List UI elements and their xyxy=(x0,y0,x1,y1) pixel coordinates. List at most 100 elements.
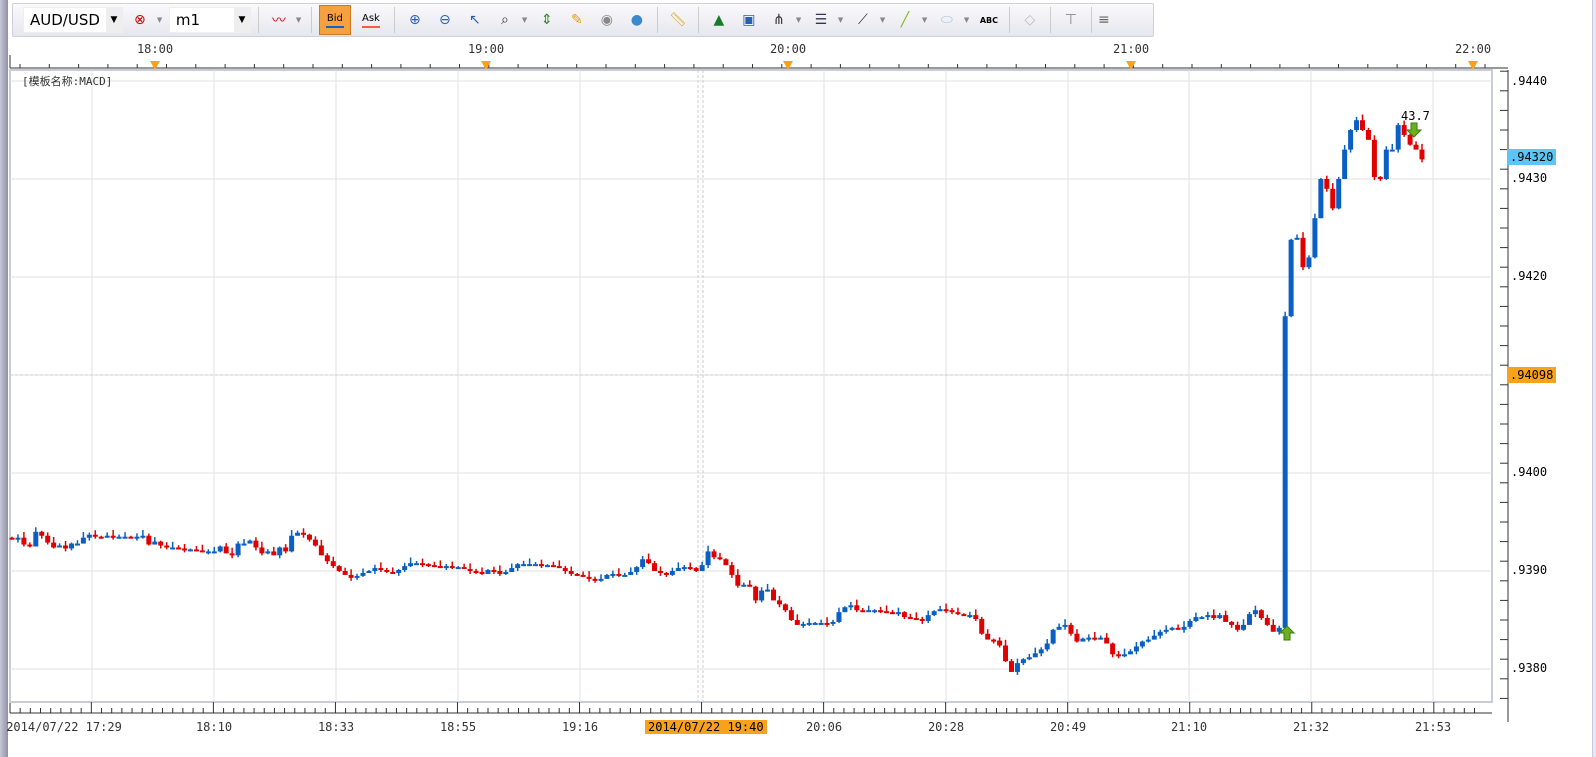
candle-body xyxy=(735,574,741,586)
candle-body xyxy=(568,571,574,574)
candle-body xyxy=(1246,614,1252,625)
candle-body xyxy=(515,564,521,569)
candle-body xyxy=(128,536,134,539)
candle-body xyxy=(771,589,777,601)
candle-body xyxy=(1038,649,1044,654)
candle-body xyxy=(193,549,199,552)
candle-body xyxy=(408,563,414,567)
candle-body xyxy=(628,571,634,575)
candle-body xyxy=(39,531,45,536)
candle-body xyxy=(1377,177,1383,180)
candle-body xyxy=(1407,134,1413,145)
candle-body xyxy=(907,617,913,620)
candle-body xyxy=(509,568,515,572)
crosshair-price-badge: .94098 xyxy=(1507,367,1557,383)
candle-body xyxy=(556,566,562,569)
candle-body xyxy=(1020,659,1026,664)
candle-body xyxy=(491,570,497,573)
candle-body xyxy=(1318,179,1324,219)
candle-body xyxy=(687,567,693,570)
candle-body xyxy=(1151,635,1157,640)
candle-body xyxy=(164,545,170,548)
candle-body xyxy=(271,551,277,556)
candle-body xyxy=(860,610,866,613)
candle-body xyxy=(1419,149,1425,160)
candle-body xyxy=(1330,188,1336,209)
candle-body xyxy=(1306,257,1312,268)
candle-body xyxy=(836,612,842,622)
time-label: 21:10 xyxy=(1170,720,1208,734)
candle-body xyxy=(592,578,598,581)
candle-body xyxy=(1145,639,1151,642)
candle-body xyxy=(461,567,467,570)
candle-body xyxy=(759,590,765,601)
candle-body xyxy=(265,551,271,554)
candle-body xyxy=(390,571,396,574)
candle-body xyxy=(1193,617,1199,621)
candle-body xyxy=(890,612,896,615)
candle-body xyxy=(1044,643,1050,650)
candle-body xyxy=(414,563,420,566)
candle-body xyxy=(1282,316,1288,628)
candle-body xyxy=(449,566,455,569)
candle-body xyxy=(610,573,616,576)
candle-body xyxy=(574,573,580,576)
candle-body xyxy=(301,532,307,535)
candle-body xyxy=(818,622,824,625)
time-label: 18:10 xyxy=(195,720,233,734)
candle-body xyxy=(1199,617,1205,620)
candle-body xyxy=(241,543,247,546)
candle-body xyxy=(562,568,568,571)
candle-body xyxy=(681,567,687,570)
price-label: .9390 xyxy=(1511,563,1548,577)
candle-body xyxy=(86,534,92,538)
candle-body xyxy=(913,618,919,621)
candle-body xyxy=(205,551,211,554)
candle-body xyxy=(878,610,884,613)
candle-body xyxy=(527,564,533,567)
candle-body xyxy=(979,619,985,634)
candle-body xyxy=(455,567,461,570)
candle-body xyxy=(372,568,378,571)
candle-body xyxy=(485,570,491,574)
candle-body xyxy=(794,620,800,625)
candle-body xyxy=(1395,125,1401,150)
candle-body xyxy=(473,571,479,573)
candle-body xyxy=(699,565,705,571)
candle-body xyxy=(812,622,818,625)
candle-body xyxy=(765,589,771,592)
candle-body xyxy=(663,572,669,575)
candle-body xyxy=(420,563,426,566)
candle-body xyxy=(1300,237,1306,268)
candle-body xyxy=(729,565,735,575)
candle-body xyxy=(1026,657,1032,660)
candle-body xyxy=(675,568,681,571)
candle-body xyxy=(1401,125,1407,135)
candle-body xyxy=(717,557,723,560)
candle-body xyxy=(1252,610,1258,615)
time-label: 21:32 xyxy=(1292,720,1330,734)
candle-body xyxy=(1348,130,1354,150)
candle-body xyxy=(217,546,223,552)
candle-body xyxy=(586,576,592,579)
candle-body xyxy=(723,559,729,566)
candle-body xyxy=(92,534,98,537)
candle-body xyxy=(1050,629,1056,644)
candle-body xyxy=(937,609,943,612)
candle-body xyxy=(1092,637,1098,640)
time-label: 20:28 xyxy=(927,720,965,734)
candle-body xyxy=(872,610,878,613)
candle-body xyxy=(967,615,973,618)
candle-body xyxy=(21,537,27,545)
candle-body xyxy=(146,535,152,545)
time-label: 18:33 xyxy=(317,720,355,734)
candle-body xyxy=(776,600,782,605)
price-chart[interactable] xyxy=(0,0,1596,757)
candle-body xyxy=(901,612,907,618)
candle-body xyxy=(134,536,140,539)
candle-body xyxy=(991,639,997,642)
candle-body xyxy=(1187,620,1193,627)
candle-body xyxy=(211,551,217,554)
price-label: .9440 xyxy=(1511,74,1548,88)
candle-body xyxy=(467,569,473,572)
